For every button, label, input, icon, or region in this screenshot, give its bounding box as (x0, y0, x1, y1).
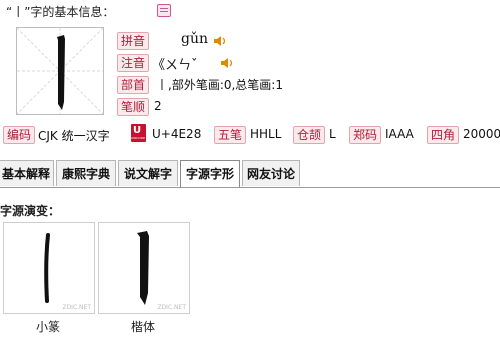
unicode-logo: U UNICODE (131, 124, 146, 142)
sijiao-value: 20000 (463, 127, 500, 141)
seal-script-glyph: ZDIC.NET (3, 222, 95, 314)
wubi-value: HHLL (250, 127, 282, 141)
cangjie-label: 仓颉 (293, 126, 326, 144)
sijiao-label: 四角 (427, 126, 460, 144)
tab-user-discussion[interactable]: 网友讨论 (242, 160, 300, 186)
tab-shuowen-jiezi[interactable]: 说文解字 (118, 160, 178, 186)
zhengma-value: IAAA (385, 127, 414, 141)
regular-script-label: 楷体 (130, 320, 155, 334)
seal-script-image (44, 233, 50, 303)
stroke-order-label: 笔顺 (117, 98, 150, 116)
speaker-icon[interactable] (220, 57, 234, 69)
watermark: ZDIC.NET (62, 304, 91, 311)
section-title: 字源演变： (0, 204, 61, 218)
tab-kangxi-dictionary[interactable]: 康熙字典 (56, 160, 116, 186)
code-label: 编码 (3, 126, 36, 144)
tab-bar: 基本解释 康熙字典 说文解字 字源字形 网友讨论 (0, 160, 500, 188)
character-display-box (16, 27, 104, 115)
watermark: ZDIC.NET (157, 304, 186, 311)
character-grid (17, 28, 103, 114)
seal-script-label: 小篆 (35, 320, 60, 334)
regular-script-glyph: ZDIC.NET (98, 222, 190, 314)
page-title: “丨”字的基本信息： (6, 5, 115, 19)
radical-value: 丨,部外笔画:0,总笔画:1 (156, 78, 283, 92)
code-value: CJK 统一汉字 (38, 129, 110, 143)
zhengma-label: 郑码 (349, 126, 382, 144)
tab-basic-explanation[interactable]: 基本解释 (0, 160, 54, 186)
wubi-label: 五笔 (214, 126, 247, 144)
pinyin-label: 拼音 (117, 32, 150, 50)
tab-character-origin[interactable]: 字源字形 (180, 160, 240, 187)
zhuyin-label: 注音 (117, 54, 150, 72)
stroke-order-value: 2 (154, 99, 162, 113)
radical-label: 部首 (117, 76, 150, 94)
pinyin-value: gǔn (181, 31, 208, 47)
cangjie-value: L (329, 127, 336, 141)
unicode-value: U+4E28 (152, 127, 202, 141)
print-icon[interactable] (157, 4, 171, 17)
regular-script-image (137, 231, 149, 305)
speaker-icon[interactable] (213, 35, 227, 47)
character-stroke (57, 35, 65, 110)
zhuyin-value: 《ㄨㄣˇ (152, 58, 198, 73)
